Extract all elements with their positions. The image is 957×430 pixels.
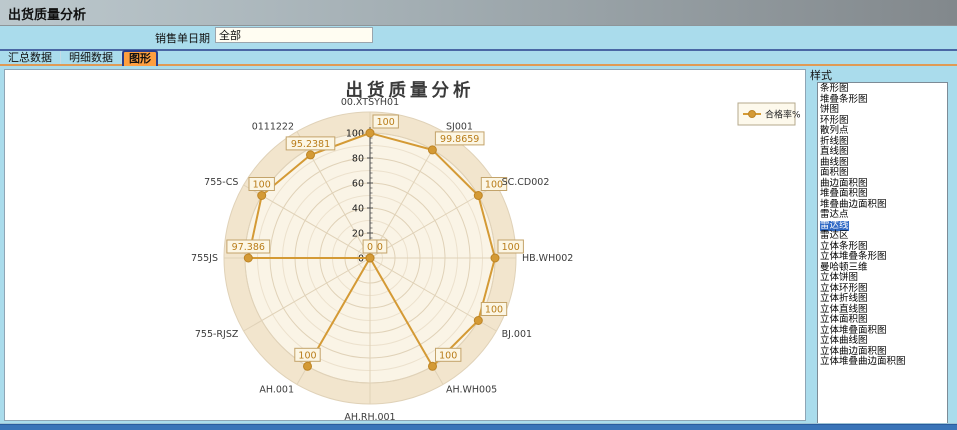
category-label: AH.WH005 <box>446 385 497 396</box>
style-list-item[interactable]: 立体堆叠条形图 <box>818 252 947 263</box>
axis-tick-label: 60 <box>352 179 364 190</box>
category-label: BJ.001 <box>502 329 532 340</box>
style-list-item[interactable]: 面积图 <box>818 168 947 179</box>
style-list-item[interactable]: 立体饼图 <box>818 273 947 284</box>
legend-label: 合格率% <box>765 109 801 121</box>
style-panel-title: 样式 <box>810 67 832 83</box>
category-label: 0111222 <box>252 121 294 132</box>
radar-data-point[interactable] <box>244 254 252 262</box>
category-label: 755JS <box>191 253 218 264</box>
category-label: SJ001 <box>446 121 473 132</box>
tab-2-active[interactable]: 图形 <box>122 50 158 66</box>
radar-data-point[interactable] <box>304 362 312 370</box>
style-list-item[interactable]: 条形图 <box>818 84 947 95</box>
date-filter-input[interactable] <box>215 27 373 43</box>
value-label: 99.8659 <box>440 134 479 145</box>
category-label: AH.001 <box>259 385 294 396</box>
window-title: 出货质量分析 <box>8 4 86 23</box>
chart-panel: 02040608010010099.8659100100100100010009… <box>4 69 806 421</box>
style-list-item[interactable]: 立体折线图 <box>818 294 947 305</box>
axis-tick-label: 40 <box>352 204 364 215</box>
chart-title: 出货质量分析 <box>346 80 475 101</box>
style-list-item[interactable]: 立体面积图 <box>818 315 947 326</box>
style-list-item[interactable]: 立体曲线图 <box>818 336 947 347</box>
value-label: 100 <box>253 180 271 191</box>
style-list-item[interactable]: 雷达区 <box>818 231 947 242</box>
filter-row: 销售单日期 <box>0 26 957 49</box>
category-label: 755-RJSZ <box>195 329 239 340</box>
category-label: AH.RH.001 <box>344 412 395 420</box>
radar-data-point[interactable] <box>307 151 315 159</box>
value-label: 100 <box>502 242 520 253</box>
style-list-item[interactable]: 雷达点 <box>818 210 947 221</box>
value-label: 100 <box>377 117 395 128</box>
radar-data-point[interactable] <box>491 254 499 262</box>
radar-chart: 02040608010010099.8659100100100100010009… <box>5 70 805 420</box>
value-label: 95.2381 <box>291 139 330 150</box>
radar-data-point[interactable] <box>428 146 436 154</box>
value-label: 100 <box>485 305 503 316</box>
tab-0[interactable]: 汇总数据 <box>0 51 61 64</box>
style-list-item[interactable]: 散列点 <box>818 126 947 137</box>
category-label: SC.CD002 <box>502 177 550 188</box>
category-label: 755-CS <box>204 177 238 188</box>
axis-tick-label: 20 <box>352 229 364 240</box>
value-label: 100 <box>298 350 316 361</box>
value-label: 0 <box>367 242 373 253</box>
style-list-item[interactable]: 直线图 <box>818 147 947 158</box>
axis-tick-label: 80 <box>352 154 364 165</box>
radar-data-point[interactable] <box>258 192 266 200</box>
radar-data-point[interactable] <box>366 254 374 262</box>
style-list-item[interactable]: 堆叠面积图 <box>818 189 947 200</box>
style-list-item[interactable]: 饼图 <box>818 105 947 116</box>
legend-dot-icon <box>749 111 756 118</box>
value-label: 100 <box>485 180 503 191</box>
style-list-item[interactable]: 立体堆叠曲边面积图 <box>818 357 947 368</box>
radar-data-point[interactable] <box>474 317 482 325</box>
bottom-status-bar <box>0 424 957 430</box>
tab-1[interactable]: 明细数据 <box>61 51 122 64</box>
radar-data-point[interactable] <box>366 129 374 137</box>
chart-legend[interactable]: 合格率% <box>738 103 801 125</box>
value-label: 100 <box>439 350 457 361</box>
style-listbox[interactable]: 条形图堆叠条形图饼图环形图散列点折线图直线图曲线图面积图曲边面积图堆叠面积图堆叠… <box>817 82 948 424</box>
value-label: 0 <box>377 242 383 253</box>
window-titlebar: 出货质量分析 <box>0 0 957 26</box>
tab-strip: 汇总数据明细数据图形 <box>0 49 957 66</box>
value-label: 97.386 <box>232 242 265 253</box>
category-label: HB.WH002 <box>522 253 573 264</box>
radar-data-point[interactable] <box>429 362 437 370</box>
radar-data-point[interactable] <box>474 192 482 200</box>
date-filter-label: 销售单日期 <box>60 30 210 46</box>
